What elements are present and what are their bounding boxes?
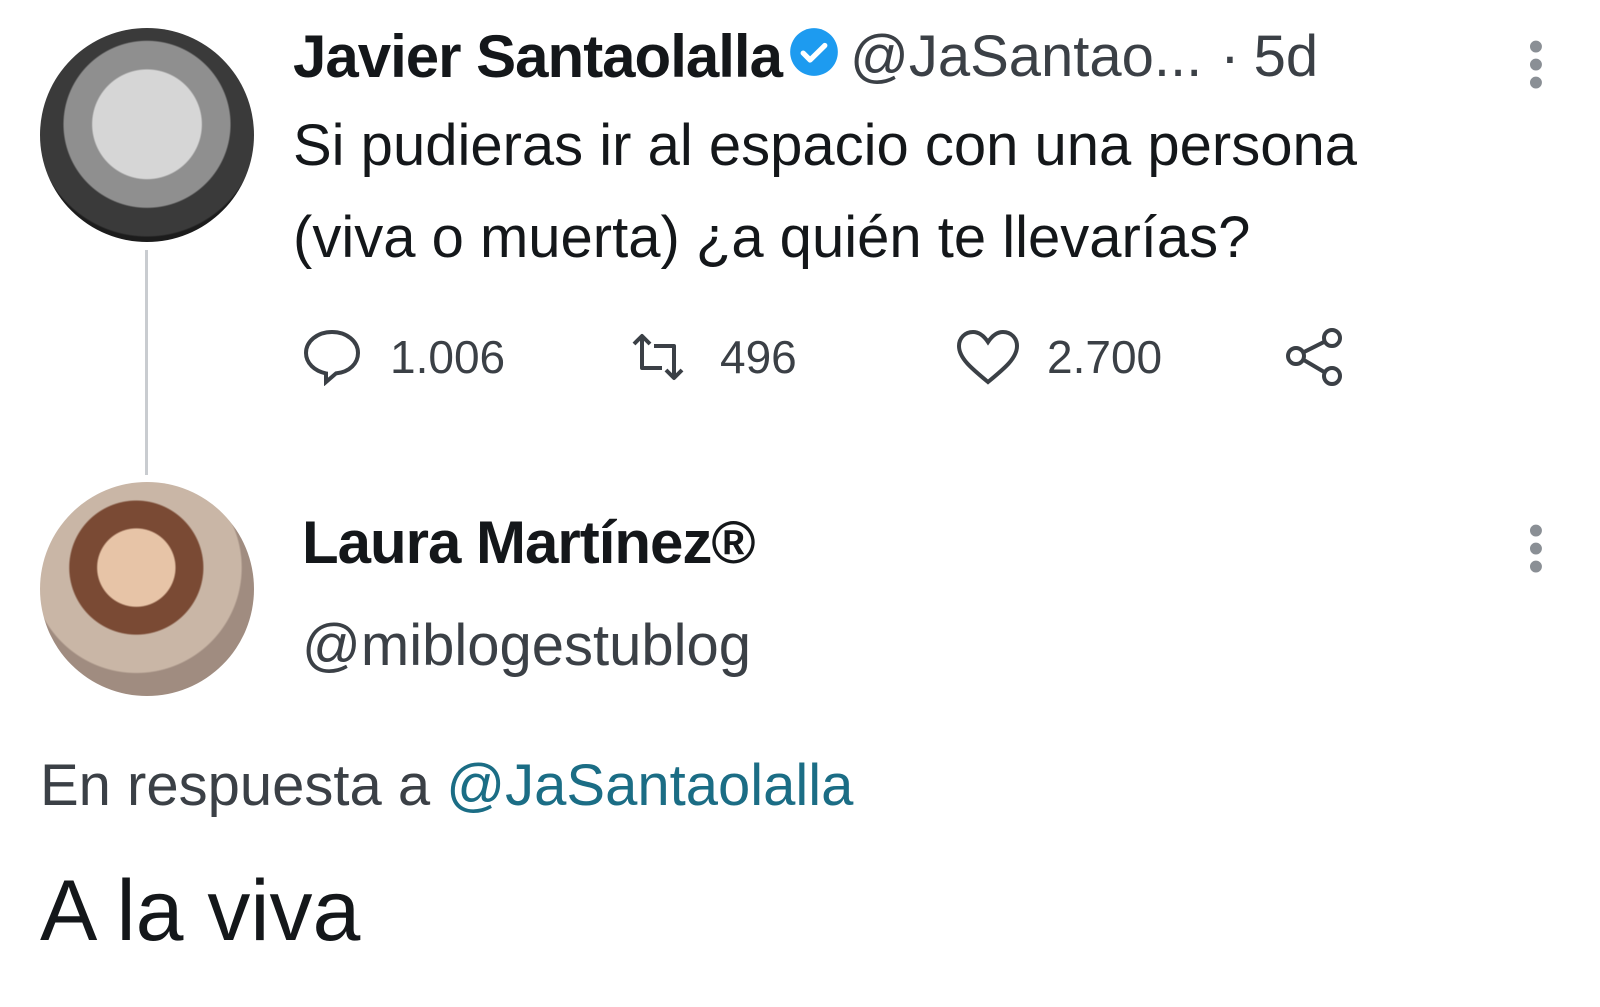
reply-author-name[interactable]: Laura Martínez®	[302, 508, 756, 577]
tweet-text: Si pudieras ir al espacio con una person…	[293, 100, 1357, 284]
author-name[interactable]: Javier Santaolalla	[293, 22, 783, 91]
tweet-text-line1: Si pudieras ir al espacio con una person…	[293, 113, 1357, 178]
tweet-time[interactable]: 5d	[1254, 23, 1319, 90]
more-icon[interactable]: • • •	[1526, 25, 1546, 105]
reply-icon	[303, 329, 361, 386]
in-reply-prefix: En respuesta a	[40, 753, 447, 818]
dot-separator: ·	[1220, 24, 1240, 89]
in-reply-to: En respuesta a @JaSantaolalla	[40, 752, 853, 819]
share-icon	[1286, 328, 1342, 386]
thread-line	[145, 250, 148, 475]
retweet-count: 496	[720, 331, 797, 383]
tweet-header: Javier Santaolalla @JaSantao... · 5d	[293, 22, 1318, 91]
reply-author-handle[interactable]: @miblogestublog	[302, 612, 751, 679]
like-action[interactable]: 2.700	[955, 328, 1162, 386]
retweet-icon	[632, 334, 684, 380]
tweet-text-line2: (viva o muerta) ¿a quién te llevarías?	[293, 205, 1251, 270]
reply-text: A la viva	[40, 863, 361, 959]
avatar-laura[interactable]	[40, 482, 254, 696]
like-icon	[956, 329, 1020, 385]
in-reply-handle-link[interactable]: @JaSantaolalla	[446, 753, 853, 818]
share-action[interactable]	[1284, 326, 1348, 393]
reply-count: 1.006	[390, 331, 506, 383]
author-handle[interactable]: @JaSantao...	[850, 23, 1202, 90]
reply-more-icon[interactable]: • • •	[1526, 509, 1546, 589]
reply-action[interactable]: 1.006	[300, 328, 505, 386]
like-count: 2.700	[1047, 331, 1163, 383]
retweet-action[interactable]: 496	[622, 328, 797, 386]
verified-icon	[790, 27, 838, 76]
avatar-javier[interactable]	[40, 28, 254, 242]
